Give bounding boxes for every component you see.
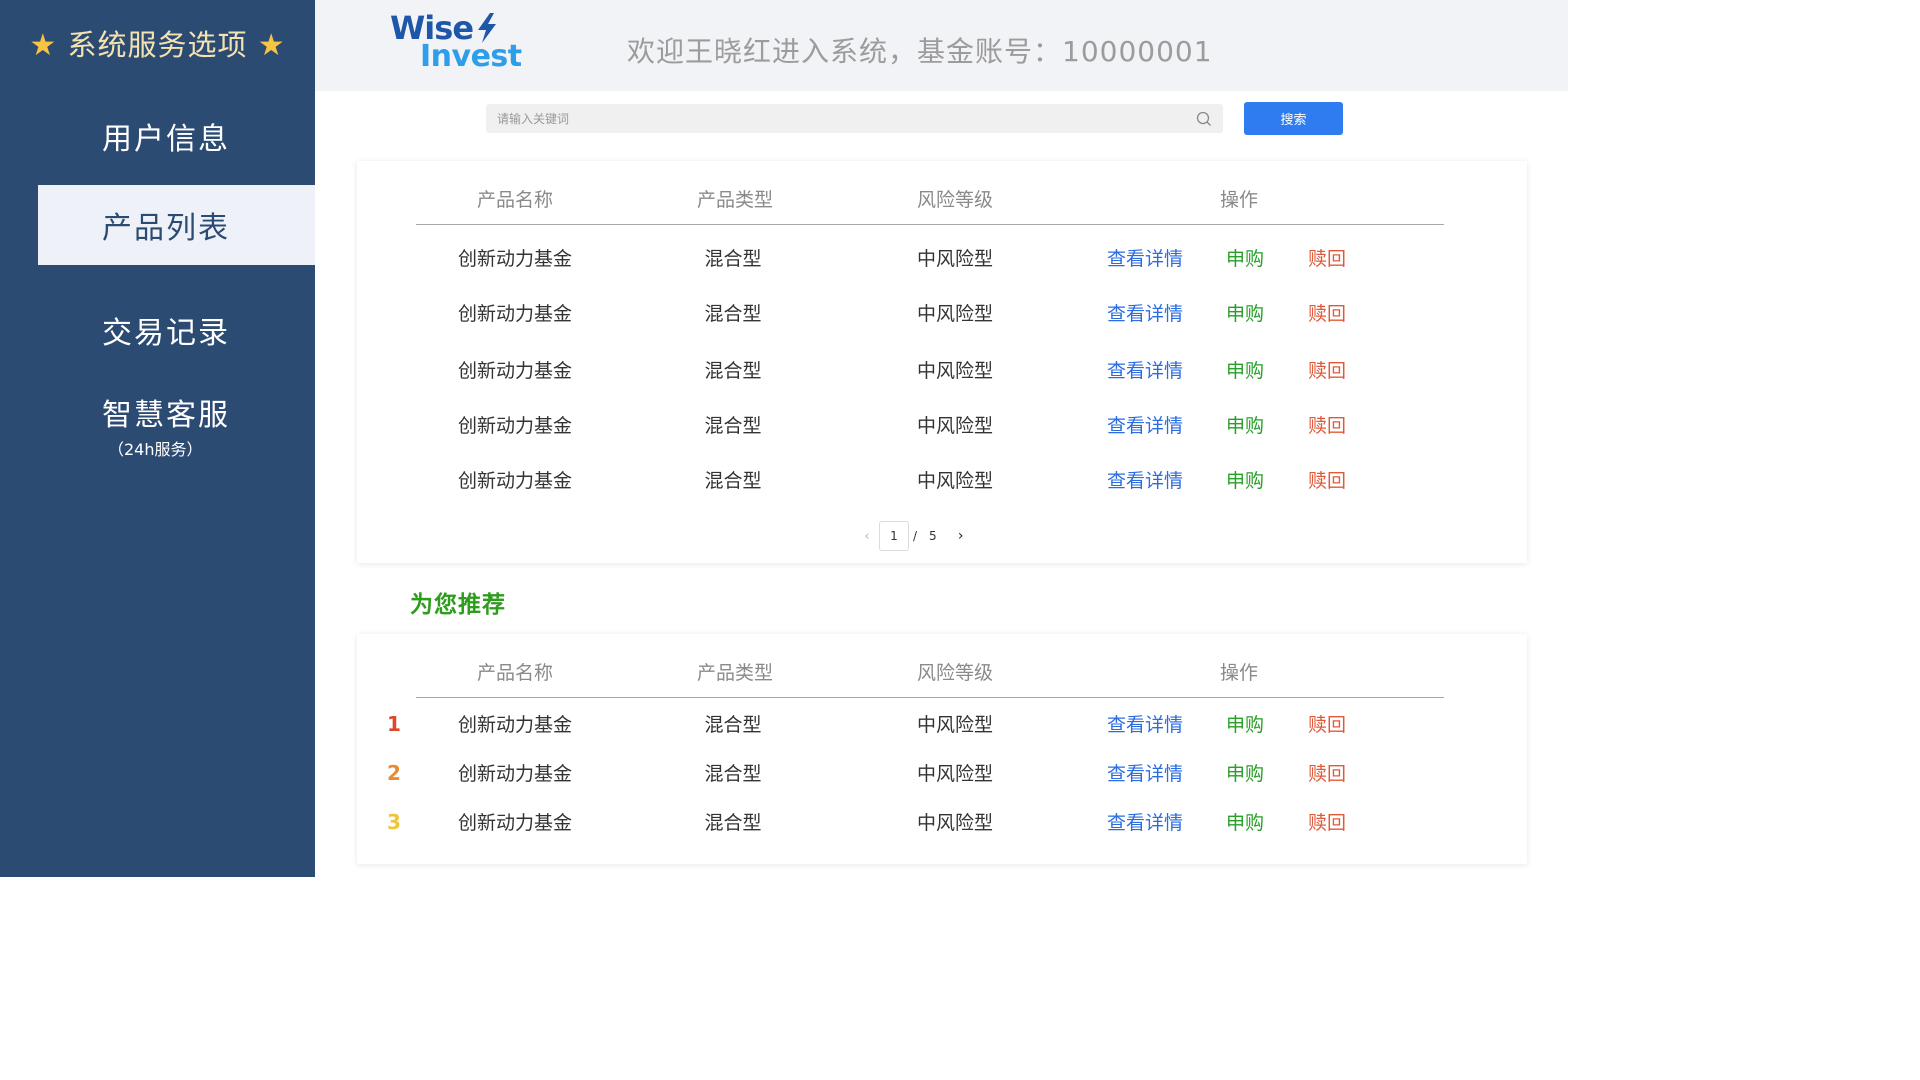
product-type: 混合型 (704, 470, 762, 492)
subscribe-link[interactable]: 申购 (1226, 710, 1264, 737)
search-box (486, 104, 1223, 133)
recommend-card: 产品名称 产品类型 风险等级 操作 1 创新动力基金 混合型 中风险型 查看详情… (357, 634, 1527, 864)
header: Wise Invest 欢迎王晓红进入系统，基金账号：10000001 (315, 0, 1568, 91)
star-icon: ★ (29, 28, 58, 63)
header-risk-level: 风险等级 (916, 189, 993, 211)
product-type: 混合型 (704, 360, 762, 382)
product-name: 创新动力基金 (457, 415, 572, 437)
view-details-link[interactable]: 查看详情 (1107, 466, 1183, 493)
sidebar: ★ 系统服务选项 ★ 用户信息 产品列表 交易记录 智慧客服 （24h服务） (0, 0, 315, 877)
product-name: 创新动力基金 (457, 763, 572, 785)
product-name: 创新动力基金 (457, 360, 572, 382)
subscribe-link[interactable]: 申购 (1226, 411, 1264, 438)
header-product-type: 产品类型 (696, 189, 773, 211)
search-input[interactable] (486, 104, 1195, 133)
table-row: 3 创新动力基金 混合型 中风险型 查看详情 申购 赎回 (357, 808, 1527, 838)
redeem-link[interactable]: 赎回 (1308, 299, 1346, 326)
redeem-link[interactable]: 赎回 (1308, 356, 1346, 383)
subscribe-link[interactable]: 申购 (1226, 808, 1264, 835)
header-operation: 操作 (1219, 189, 1258, 211)
table-row: 创新动力基金 混合型 中风险型 查看详情 申购 赎回 (357, 411, 1527, 441)
current-page-input[interactable]: 1 (879, 521, 909, 551)
rank-number: 1 (387, 712, 401, 736)
sidebar-item-label: 产品列表 (102, 211, 230, 246)
recommend-title: 为您推荐 (410, 592, 506, 618)
risk-level: 中风险型 (916, 303, 993, 325)
view-details-link[interactable]: 查看详情 (1107, 244, 1183, 271)
logo: Wise Invest (390, 12, 522, 72)
product-type: 混合型 (704, 812, 762, 834)
product-name: 创新动力基金 (457, 470, 572, 492)
logo-text-invest: Invest (420, 39, 522, 74)
product-list-card: 产品名称 产品类型 风险等级 操作 创新动力基金 混合型 中风险型 查看详情 申… (357, 161, 1527, 563)
table-row: 1 创新动力基金 混合型 中风险型 查看详情 申购 赎回 (357, 710, 1527, 740)
sidebar-title: ★ 系统服务选项 ★ (0, 22, 315, 64)
search-icon[interactable] (1195, 110, 1213, 128)
risk-level: 中风险型 (916, 714, 993, 736)
risk-level: 中风险型 (916, 763, 993, 785)
risk-level: 中风险型 (916, 470, 993, 492)
chevron-left-icon[interactable]: ‹ (857, 529, 877, 544)
welcome-message: 欢迎王晓红进入系统，基金账号：10000001 (627, 35, 1213, 68)
table-row: 创新动力基金 混合型 中风险型 查看详情 申购 赎回 (357, 299, 1527, 329)
redeem-link[interactable]: 赎回 (1308, 244, 1346, 271)
sidebar-item-product-list[interactable]: 产品列表 (38, 185, 315, 265)
page-separator: / (913, 529, 918, 543)
view-details-link[interactable]: 查看详情 (1107, 808, 1183, 835)
view-details-link[interactable]: 查看详情 (1107, 759, 1183, 786)
pagination: ‹ 1 / 5 › (857, 521, 971, 551)
risk-level: 中风险型 (916, 812, 993, 834)
view-details-link[interactable]: 查看详情 (1107, 411, 1183, 438)
table-row: 创新动力基金 混合型 中风险型 查看详情 申购 赎回 (357, 466, 1527, 496)
subscribe-link[interactable]: 申购 (1226, 466, 1264, 493)
chevron-right-icon[interactable]: › (951, 528, 971, 544)
header-risk-level: 风险等级 (916, 662, 993, 684)
sidebar-item-user-info[interactable]: 用户信息 (38, 96, 315, 176)
product-type: 混合型 (704, 248, 762, 270)
sidebar-item-label: 交易记录 (102, 316, 230, 351)
sidebar-item-label: 智慧客服 (102, 398, 230, 433)
subscribe-link[interactable]: 申购 (1226, 244, 1264, 271)
header-operation: 操作 (1219, 662, 1258, 684)
product-type: 混合型 (704, 303, 762, 325)
risk-level: 中风险型 (916, 415, 993, 437)
sidebar-item-sublabel: （24h服务） (108, 440, 203, 459)
header-product-name: 产品名称 (476, 662, 553, 684)
risk-level: 中风险型 (916, 360, 993, 382)
subscribe-link[interactable]: 申购 (1226, 299, 1264, 326)
sidebar-item-label: 用户信息 (102, 122, 230, 157)
sidebar-item-transaction-records[interactable]: 交易记录 (38, 290, 315, 370)
redeem-link[interactable]: 赎回 (1308, 808, 1346, 835)
subscribe-link[interactable]: 申购 (1226, 356, 1264, 383)
product-type: 混合型 (704, 763, 762, 785)
view-details-link[interactable]: 查看详情 (1107, 299, 1183, 326)
view-details-link[interactable]: 查看详情 (1107, 710, 1183, 737)
product-name: 创新动力基金 (457, 812, 572, 834)
sidebar-item-smart-service[interactable]: 智慧客服 （24h服务） (38, 385, 315, 465)
redeem-link[interactable]: 赎回 (1308, 710, 1346, 737)
redeem-link[interactable]: 赎回 (1308, 411, 1346, 438)
product-type: 混合型 (704, 714, 762, 736)
subscribe-link[interactable]: 申购 (1226, 759, 1264, 786)
table-row: 创新动力基金 混合型 中风险型 查看详情 申购 赎回 (357, 244, 1527, 274)
product-type: 混合型 (704, 415, 762, 437)
star-icon: ★ (257, 28, 286, 63)
rank-number: 2 (387, 761, 401, 785)
header-product-name: 产品名称 (476, 189, 553, 211)
risk-level: 中风险型 (916, 248, 993, 270)
search-button[interactable]: 搜索 (1244, 102, 1343, 135)
redeem-link[interactable]: 赎回 (1308, 759, 1346, 786)
view-details-link[interactable]: 查看详情 (1107, 356, 1183, 383)
header-product-type: 产品类型 (696, 662, 773, 684)
rank-number: 3 (387, 810, 401, 834)
total-pages: 5 (929, 529, 937, 543)
redeem-link[interactable]: 赎回 (1308, 466, 1346, 493)
sidebar-title-text: 系统服务选项 (67, 28, 248, 62)
product-name: 创新动力基金 (457, 303, 572, 325)
product-name: 创新动力基金 (457, 248, 572, 270)
product-name: 创新动力基金 (457, 714, 572, 736)
table-row: 创新动力基金 混合型 中风险型 查看详情 申购 赎回 (357, 356, 1527, 386)
table-row: 2 创新动力基金 混合型 中风险型 查看详情 申购 赎回 (357, 759, 1527, 789)
